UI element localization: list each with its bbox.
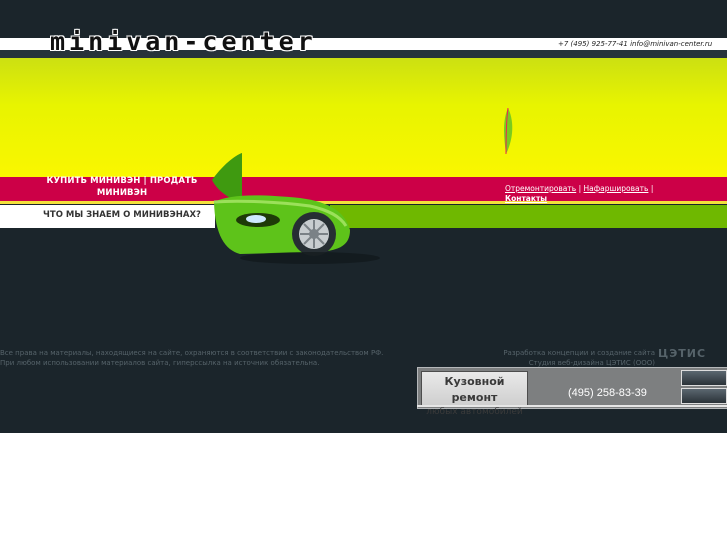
rights-line-2: При любом использовании материалов сайта…: [0, 359, 320, 367]
rights-line-1: Все права на материалы, находящиеся на с…: [0, 349, 384, 357]
stuff-link[interactable]: Нафаршировать: [584, 184, 649, 193]
header-email[interactable]: info@minivan-center.ru: [630, 40, 712, 48]
footer-developer: Разработка концепции и создание сайта Ст…: [470, 348, 655, 368]
banner-subtitle: любых автомобилей: [426, 407, 523, 417]
nav-buy-link[interactable]: КУПИТЬ МИНИВЭН: [46, 176, 140, 186]
banner-thumbnail: [681, 388, 727, 404]
car-image: [212, 153, 380, 264]
links-separator: |: [578, 184, 582, 193]
right-links: Отремонтировать | Нафаршировать | Контак…: [505, 184, 675, 204]
nav-about-link[interactable]: ЧТО МЫ ЗНАЕМ О МИНИВЭНАХ?: [40, 209, 204, 221]
repair-link[interactable]: Отремонтировать: [505, 184, 576, 193]
links-separator: |: [650, 184, 654, 193]
banner-title: Кузовной ремонт: [444, 375, 505, 404]
banner-phone: (495) 258-83-39: [568, 387, 647, 399]
leaf-icon: [504, 108, 513, 154]
page-stage: minivan-center +7 (495) 925-77-41 info@m…: [0, 0, 727, 433]
developer-line-1: Разработка концепции и создание сайта: [503, 349, 655, 357]
ad-banner[interactable]: Кузовной ремонт любых автомобилей (495) …: [417, 367, 727, 417]
banner-thumbnail: [681, 370, 727, 386]
header-phone: +7 (495) 925-77-41: [558, 40, 628, 48]
site-logo[interactable]: minivan-center: [42, 26, 325, 58]
banner-title-box: Кузовной ремонт любых автомобилей: [421, 371, 528, 417]
banner-underline: [417, 405, 727, 407]
header-contacts: +7 (495) 925-77-41 info@minivan-center.r…: [558, 40, 712, 49]
studio-logo[interactable]: ЦЭТИС: [658, 347, 706, 360]
footer-rights: Все права на материалы, находящиеся на с…: [0, 348, 420, 368]
contacts-link[interactable]: Контакты: [505, 194, 547, 203]
nav-separator: |: [143, 176, 147, 186]
nav-buy-sell: КУПИТЬ МИНИВЭН | ПРОДАТЬ МИНИВЭН: [38, 175, 206, 199]
